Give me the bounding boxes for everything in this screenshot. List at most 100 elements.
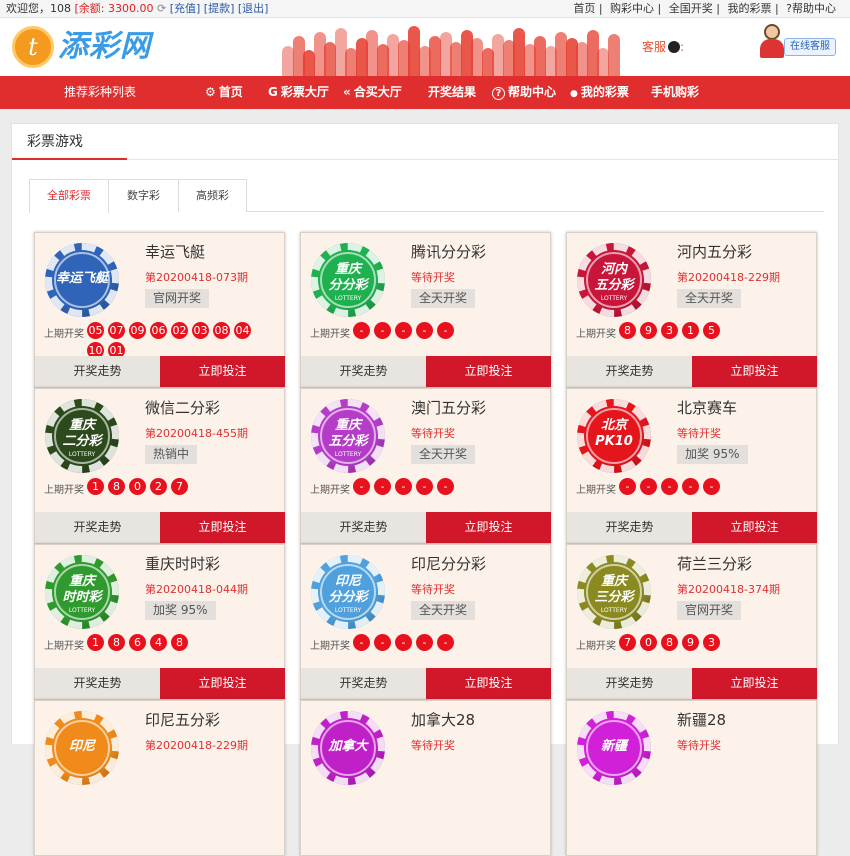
- nav-item-mobile[interactable]: 手机购彩: [651, 76, 699, 109]
- bet-now-button[interactable]: 立即投注: [426, 668, 551, 699]
- last-draw-label: 上期开奖: [44, 329, 84, 340]
- tab-high-frequency[interactable]: 高频彩: [178, 179, 247, 212]
- lottery-name[interactable]: 幸运飞艇: [145, 241, 205, 262]
- lottery-logo-chip[interactable]: 重庆 时时彩 LOTTERY: [45, 555, 119, 629]
- nav-item-help[interactable]: ? 帮助中心: [492, 76, 556, 109]
- bet-now-button[interactable]: 立即投注: [692, 356, 817, 387]
- lottery-card: 重庆 分分彩 LOTTERY 腾讯分分彩 等待开奖 全天开奖 上期开奖 ----…: [300, 232, 551, 388]
- recharge-link[interactable]: [充值]: [170, 2, 201, 15]
- lottery-period: 等待开奖: [411, 739, 455, 752]
- draw-ball: 0: [640, 634, 657, 651]
- trend-button[interactable]: 开奖走势: [567, 668, 692, 699]
- bet-now-button[interactable]: 立即投注: [692, 668, 817, 699]
- lottery-name[interactable]: 北京赛车: [677, 397, 737, 418]
- draw-ball: 02: [171, 322, 188, 339]
- trend-button[interactable]: 开奖走势: [301, 356, 426, 387]
- lottery-period: 等待开奖: [411, 583, 455, 596]
- lottery-name[interactable]: 荷兰三分彩: [677, 553, 752, 574]
- tab-digital[interactable]: 数字彩: [108, 179, 179, 212]
- draw-ball: -: [437, 478, 454, 495]
- bet-now-button[interactable]: 立即投注: [160, 356, 285, 387]
- bet-now-button[interactable]: 立即投注: [426, 356, 551, 387]
- top-link-mylottery[interactable]: 我的彩票: [727, 2, 771, 15]
- lottery-logo-chip[interactable]: 加拿大: [311, 711, 385, 785]
- qq-icon[interactable]: [668, 41, 681, 53]
- chip-caption: LOTTERY: [68, 451, 96, 458]
- trend-button[interactable]: 开奖走势: [35, 512, 160, 543]
- kefu-text: 客服: [642, 40, 667, 54]
- lottery-name[interactable]: 印尼分分彩: [411, 553, 486, 574]
- bet-now-button[interactable]: 立即投注: [160, 668, 285, 699]
- draw-ball: 1: [87, 634, 104, 651]
- chip-subtitle: 三分彩: [594, 590, 634, 605]
- nav-item-group-buy[interactable]: «合买大厅: [343, 76, 402, 109]
- panel-title: 彩票游戏: [12, 124, 127, 160]
- withdraw-link[interactable]: [提款]: [204, 2, 235, 15]
- lottery-name[interactable]: 印尼五分彩: [145, 709, 220, 730]
- trend-button[interactable]: 开奖走势: [301, 668, 426, 699]
- lottery-name[interactable]: 加拿大28: [411, 709, 475, 730]
- welcome-text: 欢迎您，108: [6, 2, 71, 15]
- lottery-logo-chip[interactable]: 重庆 分分彩 LOTTERY: [311, 243, 385, 317]
- lottery-logo-chip[interactable]: 河内 五分彩 LOTTERY: [577, 243, 651, 317]
- last-draw-label: 上期开奖: [310, 329, 350, 340]
- site-logo[interactable]: t 添彩网: [12, 26, 192, 70]
- draw-ball: -: [416, 478, 433, 495]
- chip-caption: LOTTERY: [600, 295, 628, 302]
- lottery-name[interactable]: 腾讯分分彩: [411, 241, 486, 262]
- lottery-badge: 全天开奖: [411, 289, 476, 308]
- trend-button[interactable]: 开奖走势: [35, 356, 160, 387]
- logout-link[interactable]: [退出]: [238, 2, 269, 15]
- lottery-name[interactable]: 重庆时时彩: [145, 553, 220, 574]
- lottery-logo-chip[interactable]: 新疆: [577, 711, 651, 785]
- nav-item-results[interactable]: 开奖结果: [428, 76, 476, 109]
- top-link-buy[interactable]: 购彩中心: [610, 2, 654, 15]
- card-actions: 开奖走势 立即投注: [35, 356, 285, 387]
- lottery-badge: 热销中: [145, 445, 198, 464]
- lottery-logo-chip[interactable]: 重庆 五分彩 LOTTERY: [311, 399, 385, 473]
- top-link-home[interactable]: 首页: [573, 2, 595, 15]
- draw-ball: -: [416, 634, 433, 651]
- refresh-icon[interactable]: ⟳: [157, 2, 166, 15]
- draw-ball: -: [374, 478, 391, 495]
- draw-ball: 7: [619, 634, 636, 651]
- lottery-name[interactable]: 澳门五分彩: [411, 397, 486, 418]
- nav-recommend[interactable]: 推荐彩种列表: [64, 76, 136, 109]
- draw-ball: 04: [234, 322, 251, 339]
- trend-button[interactable]: 开奖走势: [35, 668, 160, 699]
- online-service-button[interactable]: 在线客服: [784, 38, 836, 56]
- lottery-name[interactable]: 新疆28: [677, 709, 726, 730]
- lottery-logo-chip[interactable]: 幸运飞艇: [45, 243, 119, 317]
- nav-item-home[interactable]: ⚙ 首页: [205, 76, 243, 109]
- lottery-logo-chip[interactable]: 重庆 二分彩 LOTTERY: [45, 399, 119, 473]
- bet-now-button[interactable]: 立即投注: [426, 512, 551, 543]
- customer-service-label[interactable]: 客服:: [642, 38, 684, 55]
- help-icon: ?: [492, 87, 505, 100]
- chip-subtitle: 分分彩: [328, 590, 368, 605]
- bet-now-button[interactable]: 立即投注: [160, 512, 285, 543]
- card-actions: 开奖走势 立即投注: [301, 356, 551, 387]
- trend-button[interactable]: 开奖走势: [567, 356, 692, 387]
- lottery-name[interactable]: 河内五分彩: [677, 241, 752, 262]
- trend-button[interactable]: 开奖走势: [301, 512, 426, 543]
- trend-button[interactable]: 开奖走势: [567, 512, 692, 543]
- lottery-card: 加拿大 加拿大28 等待开奖: [300, 700, 551, 856]
- draw-ball: -: [661, 478, 678, 495]
- lottery-logo-chip[interactable]: 重庆 三分彩 LOTTERY: [577, 555, 651, 629]
- bet-now-button[interactable]: 立即投注: [692, 512, 817, 543]
- last-draw-label: 上期开奖: [310, 485, 350, 496]
- lottery-logo-chip[interactable]: 印尼 分分彩 LOTTERY: [311, 555, 385, 629]
- lottery-period: 等待开奖: [411, 271, 455, 284]
- nav-item-lottery-hall[interactable]: G 彩票大厅: [268, 76, 329, 109]
- lottery-logo-chip[interactable]: 印尼: [45, 711, 119, 785]
- top-link-draw[interactable]: 全国开奖: [669, 2, 713, 15]
- chip-caption: LOTTERY: [334, 607, 362, 614]
- online-service[interactable]: 在线客服: [760, 24, 840, 64]
- tab-all[interactable]: 全部彩票: [29, 179, 109, 213]
- top-link-help[interactable]: ?帮助中心: [786, 2, 836, 15]
- nav-item-my-lottery[interactable]: ● 我的彩票: [570, 76, 629, 111]
- last-draw-label: 上期开奖: [576, 641, 616, 652]
- last-draw-balls: 05 07 09 06 02 03 08 04 10 01: [87, 322, 275, 360]
- lottery-logo-chip[interactable]: 北京 PK10: [577, 399, 651, 473]
- lottery-name[interactable]: 微信二分彩: [145, 397, 220, 418]
